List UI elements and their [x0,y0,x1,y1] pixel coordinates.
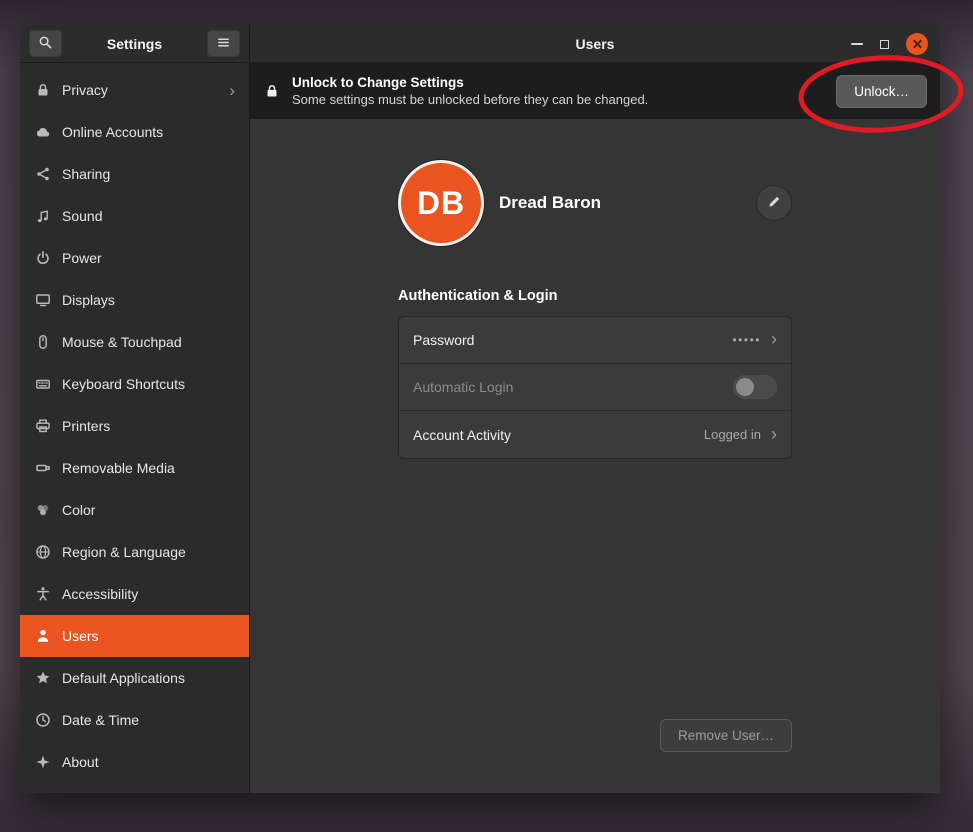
sidebar-item-default-applications[interactable]: Default Applications › [20,657,249,699]
sidebar-item-mouse-touchpad[interactable]: Mouse & Touchpad › [20,321,249,363]
account-activity-value: Logged in [704,427,761,442]
sidebar-item-privacy[interactable]: Privacy › [20,69,249,111]
sidebar-item-label: Sound [62,208,235,224]
sidebar-item-label: Power [62,250,235,266]
sidebar-item-keyboard-shortcuts[interactable]: Keyboard Shortcuts › [20,363,249,405]
avatar-initials: DB [417,185,465,222]
unlock-infobar: Unlock to Change Settings Some settings … [250,63,940,119]
content-footer: Remove User… [398,719,792,752]
sidebar-item-printers[interactable]: Printers › [20,405,249,447]
sidebar-item-power[interactable]: Power › [20,237,249,279]
sidebar: Settings Privacy › Online Accounts › Sha… [20,25,250,793]
automatic-login-row: Automatic Login [399,364,791,411]
unlock-button[interactable]: Unlock… [836,75,927,108]
chevron-right-icon: › [771,330,777,348]
sidebar-item-users[interactable]: Users › [20,615,249,657]
close-button[interactable] [906,33,928,55]
accessibility-icon [35,586,51,602]
sidebar-item-sharing[interactable]: Sharing › [20,153,249,195]
avatar: DB [398,160,484,246]
sidebar-item-label: Removable Media [62,460,235,476]
sidebar-title: Settings [62,36,207,52]
user-name: Dread Baron [499,193,756,213]
hamburger-menu-icon [216,35,231,53]
edit-name-button[interactable] [756,185,792,221]
password-row[interactable]: Password ••••• › [399,317,791,364]
sidebar-item-removable-media[interactable]: Removable Media › [20,447,249,489]
sidebar-item-label: Printers [62,418,235,434]
globe-icon [35,544,51,560]
printer-icon [35,418,51,434]
chevron-right-icon: › [229,82,235,99]
sharing-icon [35,166,51,182]
mouse-icon [35,334,51,350]
lock-icon [264,83,280,99]
sidebar-item-label: Sharing [62,166,235,182]
auth-login-card: Password ••••• › Automatic Login Account… [398,316,792,459]
sidebar-item-label: Mouse & Touchpad [62,334,235,350]
sidebar-item-online-accounts[interactable]: Online Accounts › [20,111,249,153]
sidebar-item-label: Color [62,502,235,518]
main-panel: Users Unlock to Change Settings Some set… [250,25,940,793]
minimize-icon [851,43,863,45]
maximize-icon [880,40,889,49]
star-icon [35,670,51,686]
infobar-title: Unlock to Change Settings [292,75,824,90]
sidebar-item-label: Online Accounts [62,124,235,140]
account-activity-row[interactable]: Account Activity Logged in › [399,411,791,458]
sidebar-item-label: Privacy [62,82,218,98]
sidebar-item-label: Users [62,628,235,644]
sidebar-item-color[interactable]: Color › [20,489,249,531]
window-controls [851,25,928,63]
search-icon [38,35,53,53]
sparkle-icon [35,754,51,770]
infobar-subtitle: Some settings must be unlocked before th… [292,92,824,107]
user-header: DB Dread Baron [398,160,792,246]
cloud-icon [35,124,51,140]
sidebar-header: Settings [20,25,249,63]
search-button[interactable] [29,30,62,57]
power-icon [35,250,51,266]
users-icon [35,628,51,644]
page-title: Users [576,36,615,52]
sidebar-item-sound[interactable]: Sound › [20,195,249,237]
remove-user-button[interactable]: Remove User… [660,719,792,752]
display-icon [35,292,51,308]
sidebar-item-about[interactable]: About › [20,741,249,783]
headerbar: Users [250,25,940,63]
lock-icon [35,82,51,98]
sidebar-item-label: Default Applications [62,670,235,686]
maximize-button[interactable] [880,40,889,49]
sidebar-nav: Privacy › Online Accounts › Sharing › So… [20,63,249,793]
automatic-login-label: Automatic Login [413,379,733,395]
desktop-background: Settings Privacy › Online Accounts › Sha… [0,0,973,832]
removable-media-icon [35,460,51,476]
section-title: Authentication & Login [398,288,792,304]
password-value: ••••• [732,333,761,347]
keyboard-icon [35,376,51,392]
sidebar-item-label: Accessibility [62,586,235,602]
sidebar-item-label: Keyboard Shortcuts [62,376,235,392]
sidebar-item-label: About [62,754,235,770]
sidebar-item-label: Displays [62,292,235,308]
music-icon [35,208,51,224]
sidebar-item-displays[interactable]: Displays › [20,279,249,321]
pencil-icon [767,194,782,212]
sidebar-item-date-time[interactable]: Date & Time › [20,699,249,741]
sidebar-item-accessibility[interactable]: Accessibility › [20,573,249,615]
minimize-button[interactable] [851,43,863,45]
sidebar-item-label: Date & Time [62,712,235,728]
password-label: Password [413,332,732,348]
chevron-right-icon: › [771,425,777,443]
account-activity-label: Account Activity [413,427,704,443]
clock-icon [35,712,51,728]
sidebar-item-label: Region & Language [62,544,235,560]
color-icon [35,502,51,518]
menu-button[interactable] [207,30,240,57]
settings-window: Settings Privacy › Online Accounts › Sha… [20,25,940,793]
sidebar-item-region-language[interactable]: Region & Language › [20,531,249,573]
automatic-login-toggle[interactable] [733,375,777,399]
users-content: DB Dread Baron Authentication & Login Pa… [250,119,940,793]
